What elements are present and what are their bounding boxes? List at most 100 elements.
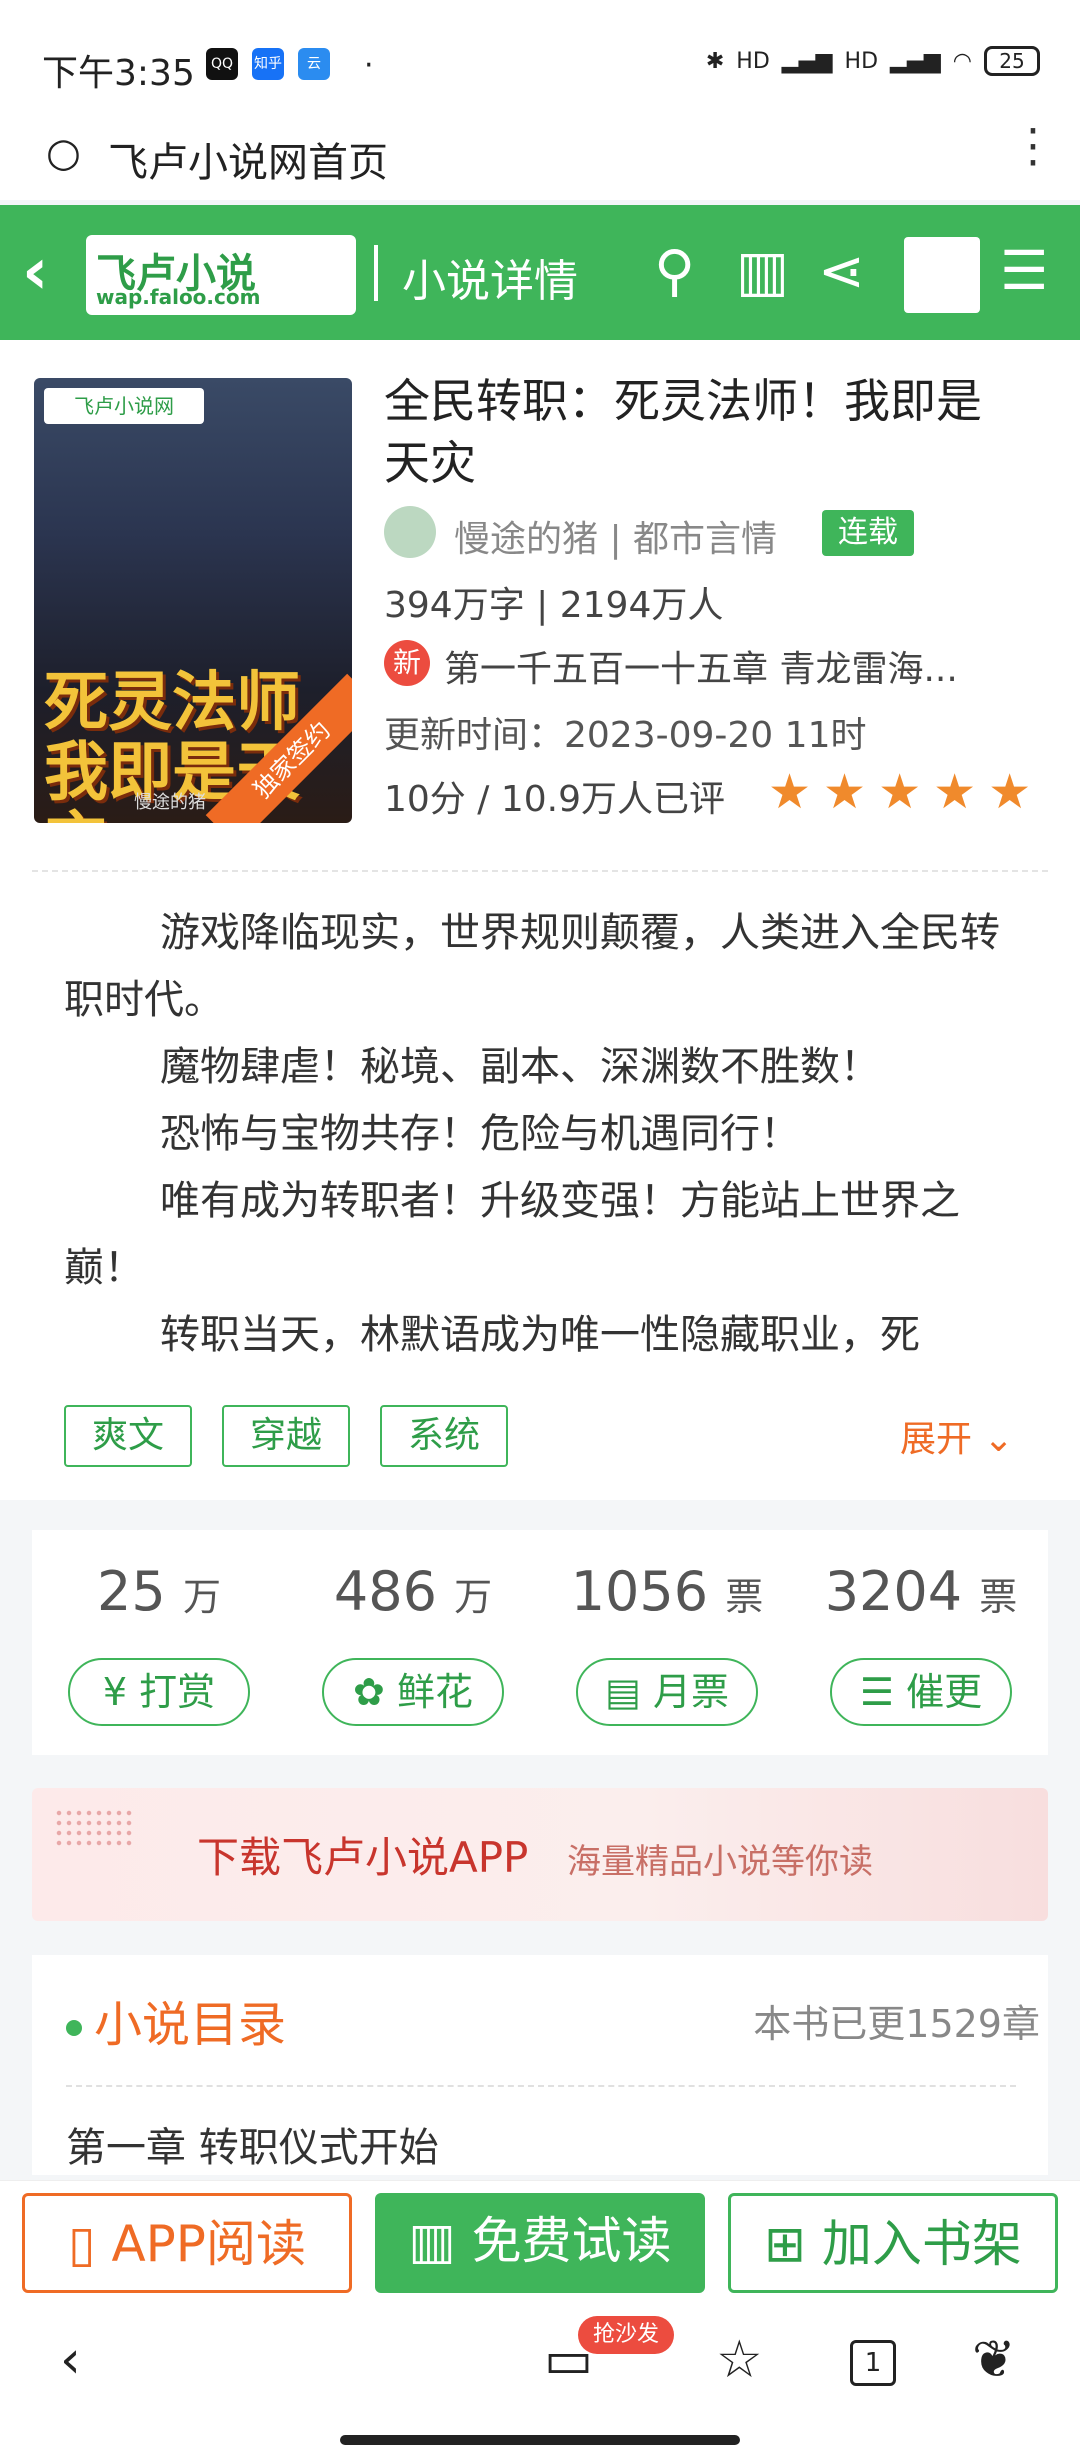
urge-label: 催更 [906, 1670, 983, 1714]
chapter-link[interactable]: 第一章 转职仪式开始 [66, 2115, 439, 2173]
tabs-icon[interactable]: 1 [850, 2340, 896, 2386]
catalog-section: 小说目录 本书已更1529章 第一章 转职仪式开始 [32, 1955, 1048, 2175]
reward-button[interactable]: ¥ 打赏 [68, 1658, 250, 1726]
urge-update-button[interactable]: ☰ 催更 [830, 1658, 1012, 1726]
sofa-badge: 抢沙发 [578, 2316, 674, 2354]
star-icon: ★ [878, 764, 922, 820]
stat-flower: 486 万 ✿ 鲜花 [286, 1530, 540, 1755]
chapter-count[interactable]: 本书已更1529章 [753, 1993, 1040, 2048]
home-indicator[interactable] [340, 2435, 740, 2445]
expand-button[interactable]: 展开 ⌄ [900, 1410, 1014, 1462]
rating: 10分 / 10.9万人已评 [384, 779, 725, 820]
star-icon: ★ [768, 764, 812, 820]
stat-num: 25 [97, 1560, 166, 1623]
share-icon[interactable]: ⋖ [818, 239, 865, 304]
tag-item[interactable]: 穿越 [222, 1405, 350, 1467]
url-title[interactable]: 飞卢小说网首页 [108, 130, 388, 188]
qq-icon: QQ [206, 48, 238, 80]
monthly-label: 月票 [652, 1670, 729, 1714]
book-title: 全民转职：死灵法师！我即是天灾 [384, 374, 982, 490]
free-read-button[interactable]: ▥ 免费试读 [375, 2193, 705, 2293]
bookshelf-icon[interactable]: ▥ [736, 239, 789, 304]
book-description: 游戏降临现实，世界规则颠覆，人类进入全民转职时代。 魔物肆虐！秘境、副本、深渊数… [64, 900, 1024, 1369]
bottom-action-bar: ▯ APP阅读 ▥ 免费试读 ⊞ 加入书架 [0, 2180, 1080, 2300]
stat-reward: 25 万 ¥ 打赏 [32, 1530, 286, 1755]
browser-url-bar[interactable]: ○ 飞卢小说网首页 · · · [0, 110, 1080, 200]
desc-paragraph: 恐怖与宝物共存！危险与机遇同行！ [160, 1111, 800, 1157]
new-badge: 新 [384, 640, 430, 686]
user-avatar[interactable] [904, 237, 980, 313]
update-time: 更新时间：2023-09-20 11时 [384, 715, 867, 756]
signal-bars2-icon: ▂▄▆ [890, 48, 941, 74]
desc-paragraph: 游戏降临现实，世界规则颠覆，人类进入全民转职时代。 [64, 910, 1000, 1023]
bluetooth-icon: ✱ [705, 48, 725, 74]
word-reader-count: 394万字 | 2194万人 [384, 585, 724, 626]
reward-label: 打赏 [139, 1670, 216, 1714]
logo-url: wap.faloo.com [96, 285, 261, 309]
add-shelf-label: 加入书架 [821, 2215, 1022, 2273]
star-icon: ★ [933, 764, 977, 820]
back-icon[interactable]: ‹ [22, 235, 48, 309]
latest-chapter[interactable]: 第一千五百一十五章 青龙雷海... [444, 640, 958, 692]
stat-monthly: 1056 票 ▤ 月票 [540, 1530, 794, 1755]
divider [66, 2085, 1016, 2087]
rating-stars: ★ ★ ★ ★ ★ [768, 768, 1031, 816]
signal-bars-icon: ▂▄▆ [781, 48, 833, 74]
more-menu-icon[interactable]: · · · [1022, 110, 1042, 186]
status-badge: 连载 [822, 510, 914, 556]
download-app-banner[interactable]: 下载飞卢小说APP 海量精品小说等你读 [32, 1788, 1048, 1921]
desc-paragraph: 唯有成为转职者！升级变强！方能站上世界之巅！ [64, 1178, 960, 1291]
header-divider [374, 245, 378, 301]
category[interactable]: 都市言情 [633, 519, 777, 560]
author-avatar [384, 506, 436, 558]
book-cover[interactable]: 飞卢小说网 死灵法师 我即是天灾 独家签约 慢途的猪 [34, 378, 352, 823]
browser-bottom-nav: ‹ ▭ 抢沙发 ☆ 1 ❦ [0, 2300, 1080, 2460]
back-icon[interactable]: ‹ [60, 2330, 81, 2390]
baidu-paw-icon[interactable]: ❦ [972, 2330, 1016, 2390]
star-icon: ★ [988, 764, 1032, 820]
signal-hd2-icon: HD [844, 48, 879, 74]
stat-unit: 万 [454, 1575, 493, 1619]
menu-icon[interactable]: ☰ [1000, 239, 1048, 302]
flower-label: 鲜花 [396, 1670, 473, 1714]
tag-item[interactable]: 系统 [380, 1405, 508, 1467]
search-icon: ○ [46, 130, 81, 176]
stat-urge: 3204 票 ☰ 催更 [794, 1530, 1048, 1755]
free-read-label: 免费试读 [471, 2212, 672, 2270]
stat-unit: 万 [182, 1575, 221, 1619]
cover-author: 慢途的猪 [134, 792, 206, 813]
author-category: 慢途的猪 | 都市言情 [454, 519, 778, 560]
stat-unit: 票 [979, 1575, 1018, 1619]
status-time: 下午3:35 [42, 53, 195, 94]
wifi-icon: ◠ [952, 48, 972, 74]
author-name[interactable]: 慢途的猪 [454, 519, 598, 560]
favorite-star-icon[interactable]: ☆ [716, 2330, 763, 2390]
tag-item[interactable]: 爽文 [64, 1405, 192, 1467]
catalog-title: 小说目录 [66, 1985, 286, 2055]
zhihu-icon: 知乎 [252, 48, 284, 80]
dot-icon: · [364, 48, 374, 83]
stat-unit: 票 [725, 1575, 764, 1619]
star-icon: ★ [823, 764, 867, 820]
search-icon[interactable]: ⚲ [654, 239, 695, 304]
flower-button[interactable]: ✿ 鲜花 [322, 1658, 504, 1726]
stat-num: 1056 [570, 1560, 709, 1623]
app-read-label: APP阅读 [111, 2215, 306, 2273]
banner-sub: 海量精品小说等你读 [567, 1842, 873, 1882]
status-right: ✱ HD ▂▄▆ HD ▂▄▆ ◠ 25 [706, 46, 1040, 76]
faloo-logo[interactable]: 飞卢小说 wap.faloo.com [86, 235, 356, 315]
stat-num: 486 [333, 1560, 437, 1623]
page-title: 小说详情 [402, 256, 578, 307]
book-tags: 爽文 穿越 系统 [64, 1405, 508, 1467]
monthly-ticket-button[interactable]: ▤ 月票 [576, 1658, 758, 1726]
cover-site: 飞卢小说网 [44, 388, 204, 424]
add-shelf-button[interactable]: ⊞ 加入书架 [728, 2193, 1058, 2293]
divider [32, 870, 1048, 872]
banner-main: 下载飞卢小说APP [197, 1833, 529, 1882]
site-header: ‹ 飞卢小说 wap.faloo.com 小说详情 ⚲ ▥ ⋖ ☰ [0, 205, 1080, 340]
battery-icon: 25 [984, 46, 1040, 76]
app-read-button[interactable]: ▯ APP阅读 [22, 2193, 352, 2293]
desc-paragraph: 魔物肆虐！秘境、副本、深渊数不胜数！ [160, 1044, 880, 1090]
stat-num: 3204 [824, 1560, 963, 1623]
desc-paragraph: 转职当天，林默语成为唯一性隐藏职业，死 [160, 1312, 920, 1358]
